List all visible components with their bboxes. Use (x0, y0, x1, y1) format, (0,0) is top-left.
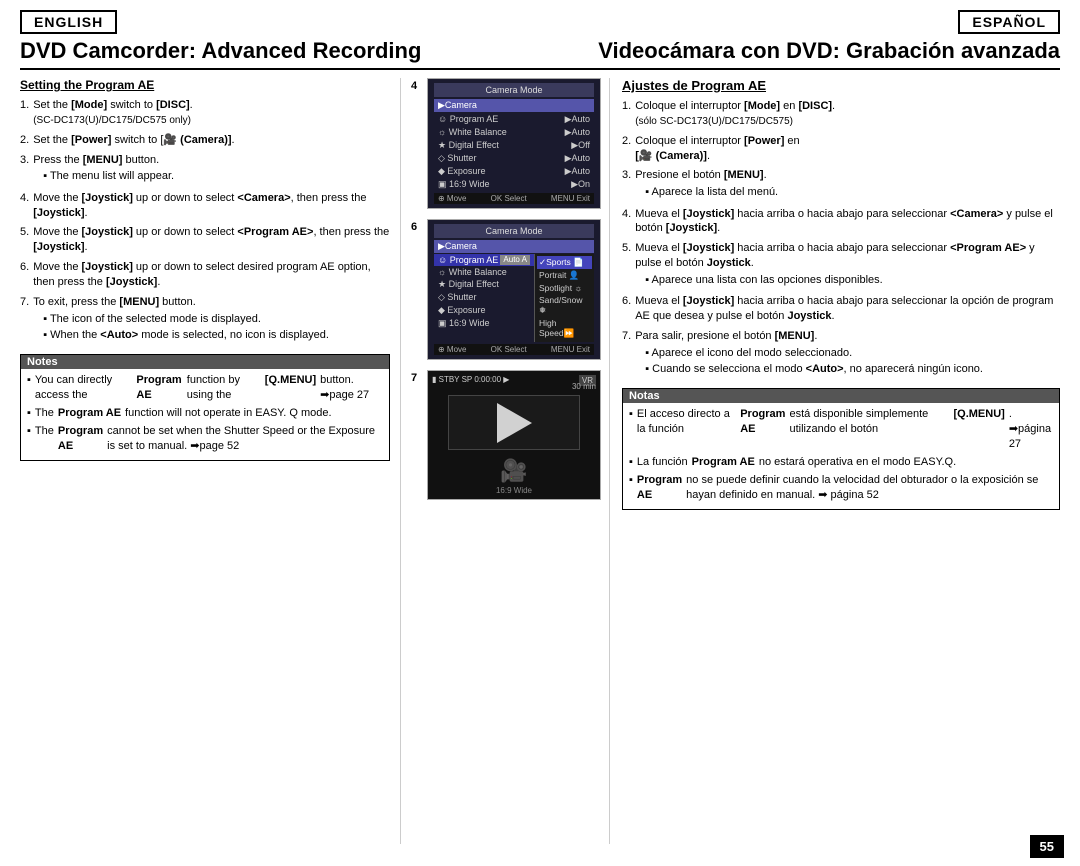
step-es-4: 4. Mueva el [Joystick] hacia arriba o ha… (622, 207, 1060, 237)
title-row: DVD Camcorder: Advanced Recording Videoc… (20, 38, 1060, 70)
note-en-3: The Program AE cannot be set when the Sh… (27, 424, 383, 454)
step-en-6: 6. Move the [Joystick] up or down to sel… (20, 260, 390, 290)
menu1-item-2: ☼ White Balance▶Auto (434, 126, 594, 139)
menu2-item-5: ◆ Exposure (434, 304, 534, 317)
camera-screen (448, 395, 579, 450)
step-es-6: 6. Mueva el [Joystick] hacia arriba o ha… (622, 294, 1060, 324)
center-diagrams: 4 Camera Mode ▶Camera ☺ Program AE▶Auto … (400, 78, 610, 844)
step-es-7: 7. Para salir, presione el botón [MENU].… (622, 329, 1060, 378)
main-content: Setting the Program AE 1. Set the [Mode]… (20, 78, 1060, 844)
spanish-steps: 1. Coloque el interruptor [Mode] en [DIS… (622, 99, 1060, 378)
english-column: Setting the Program AE 1. Set the [Mode]… (20, 78, 400, 844)
note-es-1: El acceso directo a la función Program A… (629, 407, 1053, 452)
submenu-col: ✓Sports 📄 Portrait 👤 Spotlight ☼ Sand/Sn… (534, 254, 594, 342)
diagram-7: ▮ STBY SP 0:00:00 ▶ VR 30 min 🎥 16:9 Wid… (427, 370, 601, 500)
menu2-with-sub: ☺ Program AEAuto A ☼ White Balance ★ Dig… (434, 254, 594, 342)
menu2-item-2: ☼ White Balance (434, 266, 534, 278)
english-steps: 1. Set the [Mode] switch to [DISC]. (SC-… (20, 98, 390, 344)
menu1-item-3: ★ Digital Effect▶Off (434, 139, 594, 152)
notes-content-es: El acceso directo a la función Program A… (623, 403, 1059, 509)
diagram-4-wrapper: 4 Camera Mode ▶Camera ☺ Program AE▶Auto … (427, 78, 601, 209)
play-triangle-icon (497, 403, 532, 443)
camera-30min: 30 min (572, 382, 596, 391)
camcorder-body-icon: 🎥 (500, 458, 527, 484)
english-heading: Setting the Program AE (20, 78, 390, 92)
notes-title-es: Notas (623, 389, 1059, 403)
menu2-bottom: ⊕ MoveOK SelectMENU Exit (434, 344, 594, 355)
page-number-badge: 55 (1030, 835, 1064, 858)
step-es-5: 5. Mueva el [Joystick] hacia arriba o ha… (622, 241, 1060, 289)
menu2-item-4: ◇ Shutter (434, 291, 534, 304)
header-row: ENGLISH ESPAÑOL (20, 10, 1060, 34)
step-es-2: 2. Coloque el interruptor [Power] en[🎥 (… (622, 134, 1060, 164)
menu1-title: Camera Mode (434, 83, 594, 97)
sub-item-2: Portrait 👤 (537, 269, 592, 282)
notes-box-es: Notas El acceso directo a la función Pro… (622, 388, 1060, 510)
sub-item-4: Sand/Snow ❅ (537, 294, 592, 317)
menu1-bottom: ⊕ MoveOK SelectMENU Exit (434, 193, 594, 204)
note-en-2: The Program AE function will not operate… (27, 406, 383, 421)
note-es-2: La función Program AE no estará operativ… (629, 455, 1053, 470)
menu2-item-1: ☺ Program AEAuto A (434, 254, 534, 266)
diagram-6: Camera Mode ▶Camera ☺ Program AEAuto A ☼… (427, 219, 601, 360)
menu2-item-6: ▣ 16:9 Wide (434, 317, 534, 330)
diagram-7-label: 7 (411, 372, 417, 384)
diagram-6-label: 6 (411, 221, 417, 233)
camera-status: ▮ STBY SP 0:00:00 ▶ (432, 375, 509, 386)
diagram-4-label: 4 (411, 80, 417, 92)
step-es-3: 3. Presione el botón [MENU]. Aparece la … (622, 168, 1060, 201)
title-es: Videocámara con DVD: Grabación avanzada (598, 38, 1060, 64)
menu2-selected: ▶Camera (434, 240, 594, 253)
spanish-column: Ajustes de Program AE 1. Coloque el inte… (610, 78, 1060, 844)
sub-item-5: High Speed⏩ (537, 317, 592, 340)
sub-item-3: Spotlight ☼ (537, 282, 592, 294)
menu2-title: Camera Mode (434, 224, 594, 238)
menu1-item-6: ▣ 16:9 Wide▶On (434, 178, 594, 191)
note-es-3: Program AE no se puede definir cuando la… (629, 473, 1053, 503)
camera-icon-row: 🎥 (432, 458, 596, 484)
step-en-4: 4. Move the [Joystick] up or down to sel… (20, 191, 390, 221)
step-es-1: 1. Coloque el interruptor [Mode] en [DIS… (622, 99, 1060, 129)
step-en-7: 7. To exit, press the [MENU] button. The… (20, 295, 390, 344)
spanish-heading: Ajustes de Program AE (622, 78, 1060, 93)
menu1-item-1: ☺ Program AE▶Auto (434, 113, 594, 126)
menu1-item-5: ◆ Exposure▶Auto (434, 165, 594, 178)
step-en-1: 1. Set the [Mode] switch to [DISC]. (SC-… (20, 98, 390, 128)
camera-wide-label: 16:9 Wide (496, 486, 532, 495)
title-en: DVD Camcorder: Advanced Recording (20, 38, 421, 64)
notes-title-en: Notes (21, 355, 389, 369)
step-en-2: 2. Set the [Power] switch to [🎥 (Camera)… (20, 133, 390, 148)
english-badge: ENGLISH (20, 10, 117, 34)
step-en-3: 3. Press the [MENU] button. The menu lis… (20, 153, 390, 186)
menu1-selected: ▶Camera (434, 99, 594, 112)
notes-content-en: You can directly access the Program AE f… (21, 369, 389, 460)
diagram-6-wrapper: 6 Camera Mode ▶Camera ☺ Program AEAuto A… (427, 219, 601, 360)
notes-box-en: Notes You can directly access the Progra… (20, 354, 390, 461)
spanish-badge: ESPAÑOL (958, 10, 1060, 34)
note-en-1: You can directly access the Program AE f… (27, 373, 383, 403)
diagram-4: Camera Mode ▶Camera ☺ Program AE▶Auto ☼ … (427, 78, 601, 209)
page-container: ENGLISH ESPAÑOL DVD Camcorder: Advanced … (0, 0, 1080, 866)
menu1-item-4: ◇ Shutter▶Auto (434, 152, 594, 165)
step-en-5: 5. Move the [Joystick] up or down to sel… (20, 225, 390, 255)
sub-item-1: ✓Sports 📄 (537, 256, 592, 269)
menu2-item-3: ★ Digital Effect (434, 278, 534, 291)
diagram-7-wrapper: 7 ▮ STBY SP 0:00:00 ▶ VR 30 min 🎥 16:9 W… (427, 370, 601, 500)
